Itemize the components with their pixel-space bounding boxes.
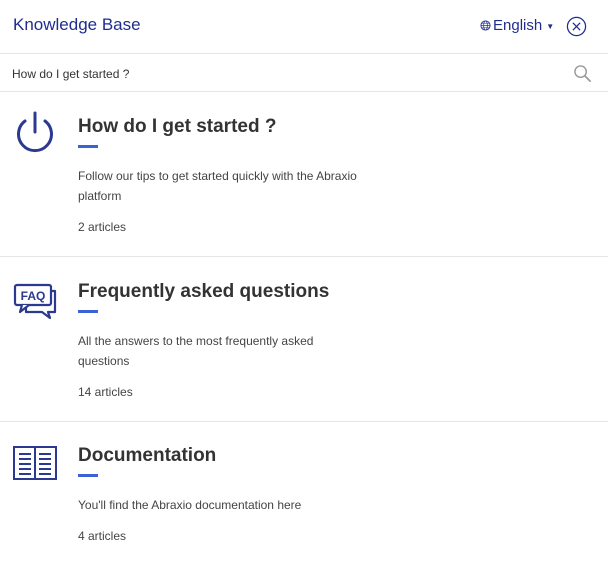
- title-underline: [78, 145, 98, 148]
- search-input[interactable]: [12, 64, 552, 84]
- svg-text:FAQ: FAQ: [21, 289, 46, 303]
- title-underline: [78, 474, 98, 477]
- category-card-getting-started[interactable]: How do I get started ? Follow our tips t…: [0, 92, 608, 257]
- title-underline: [78, 310, 98, 313]
- article-count: 2 articles: [78, 220, 127, 234]
- language-selector[interactable]: English ▼: [480, 17, 554, 34]
- category-description: Follow our tips to get started quickly w…: [78, 169, 357, 203]
- faq-icon: FAQ: [13, 283, 57, 320]
- category-title: How do I get started ?: [78, 116, 277, 137]
- search-icon[interactable]: [573, 64, 592, 83]
- close-icon[interactable]: [566, 16, 587, 37]
- book-icon: [13, 446, 57, 480]
- header: Knowledge Base English ▼: [0, 0, 608, 54]
- article-count: 4 articles: [78, 529, 127, 543]
- search-bar: [0, 55, 608, 92]
- chevron-down-icon: ▼: [546, 22, 555, 31]
- power-icon: [17, 111, 53, 153]
- category-card-faq[interactable]: FAQ Frequently asked questions All the a…: [0, 257, 608, 422]
- category-description: You'll find the Abraxio documentation he…: [78, 498, 302, 512]
- globe-icon: [480, 20, 491, 31]
- page-title: Knowledge Base: [13, 15, 141, 34]
- category-title: Frequently asked questions: [78, 281, 330, 302]
- category-description: All the answers to the most frequently a…: [78, 334, 314, 368]
- category-card-documentation[interactable]: Documentation You'll find the Abraxio do…: [0, 421, 608, 572]
- category-title: Documentation: [78, 445, 217, 466]
- language-label: English: [493, 17, 543, 34]
- article-count: 14 articles: [78, 385, 133, 399]
